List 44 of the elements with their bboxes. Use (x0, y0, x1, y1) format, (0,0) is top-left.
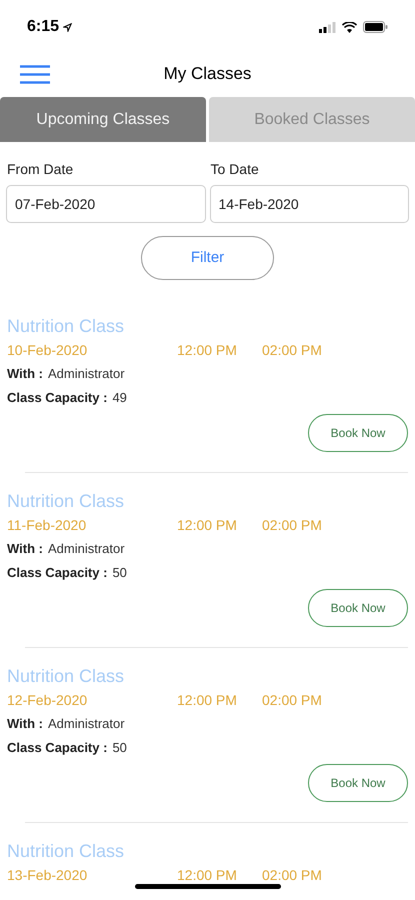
book-now-button[interactable]: Book Now (308, 589, 408, 627)
field-label: From Date (6, 160, 74, 179)
field-label: To Date (210, 160, 260, 179)
menu-icon[interactable] (20, 65, 50, 84)
class-title: Nutrition Class (7, 840, 126, 862)
start-time: 12:00 PM (177, 691, 238, 709)
class-date: 12-Feb-2020 (7, 691, 88, 709)
end-time: 02:00 PM (262, 341, 322, 359)
field-label: Class Capacity : (7, 739, 108, 757)
tab[interactable]: Upcoming Classes (0, 97, 206, 142)
signal-icon (319, 22, 336, 32)
field-label: With : (7, 540, 43, 558)
book-now-button[interactable]: Book Now (308, 414, 408, 452)
start-time: 12:00 PM (177, 516, 238, 534)
class-title: Nutrition Class (7, 665, 126, 687)
field-value: Administrator (48, 715, 125, 733)
book-now-button[interactable]: Book Now (308, 764, 408, 802)
end-time: 02:00 PM (262, 691, 322, 709)
field-value: Administrator (48, 540, 125, 558)
wifi-icon (342, 22, 357, 32)
field-label: With : (7, 715, 43, 733)
class-date: 11-Feb-2020 (7, 516, 88, 534)
date-field[interactable]: 07-Feb-2020 (6, 185, 206, 223)
field-value: 49 (112, 389, 127, 407)
class-title: Nutrition Class (7, 315, 126, 337)
field-value: 50 (112, 739, 127, 757)
date-field[interactable]: 14-Feb-2020 (210, 185, 409, 223)
page-title: My Classes (164, 62, 252, 85)
end-time: 02:00 PM (262, 866, 322, 884)
end-time: 02:00 PM (262, 516, 322, 534)
start-time: 12:00 PM (177, 341, 238, 359)
status-time: 6:15 (27, 17, 60, 37)
field-label: Class Capacity : (7, 564, 108, 582)
field-value: 50 (112, 564, 127, 582)
location-arrow-icon (63, 22, 72, 32)
class-date: 10-Feb-2020 (7, 341, 88, 359)
filter-button[interactable]: Filter (141, 236, 274, 280)
class-date: 13-Feb-2020 (7, 866, 88, 884)
start-time: 12:00 PM (177, 866, 238, 884)
battery-icon (363, 21, 388, 33)
field-label: Class Capacity : (7, 389, 108, 407)
field-value: Administrator (48, 365, 125, 383)
class-title: Nutrition Class (7, 490, 126, 512)
field-label: With : (7, 365, 43, 383)
